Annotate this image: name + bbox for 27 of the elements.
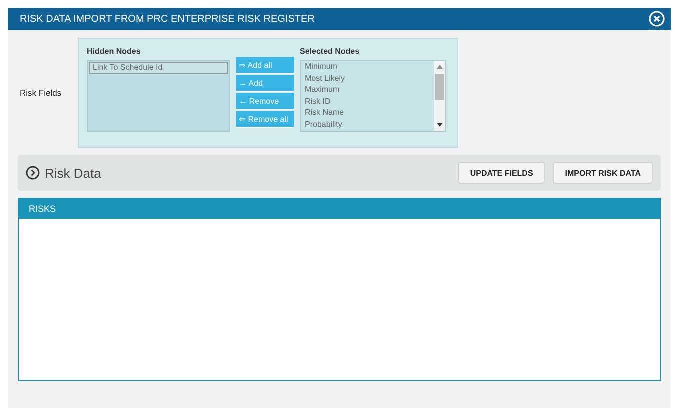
list-title: Selected Nodes — [300, 47, 361, 58]
list-item[interactable]: Most Likely — [301, 72, 434, 84]
action-button[interactable]: UPDATE FIELDS — [458, 162, 546, 184]
list-item[interactable]: Probability — [301, 118, 434, 130]
expand-icon[interactable] — [26, 166, 40, 180]
panel-title: RISKS — [29, 204, 56, 214]
list-title: Hidden Nodes — [87, 47, 142, 58]
close-icon[interactable] — [649, 11, 665, 27]
list-item[interactable]: Maximum — [301, 84, 434, 96]
window-title: RISK DATA IMPORT FROM PRC ENTERPRISE RISK REGISTER — [20, 14, 315, 24]
move-button[interactable]: ⇒ Add all — [236, 57, 294, 74]
action-button[interactable]: IMPORT RISK DATA — [553, 162, 653, 184]
scroll-down-icon[interactable] — [436, 123, 442, 127]
selected-nodes-list[interactable]: Minimum Most Likely Maximum Risk ID Risk Name Probability — [300, 60, 446, 132]
move-button[interactable]: ← Remove — [236, 93, 294, 110]
hidden-nodes-list[interactable]: Link To Schedule Id — [87, 60, 230, 132]
scrollbar[interactable] — [434, 61, 445, 131]
scrollbar-thumb[interactable] — [435, 74, 444, 100]
list-item[interactable]: Link To Schedule Id — [89, 62, 228, 74]
list-item[interactable]: Risk Name — [301, 107, 434, 118]
scroll-up-icon[interactable] — [436, 65, 442, 69]
move-button[interactable]: → Add — [236, 75, 294, 92]
list-item[interactable]: Minimum — [301, 61, 434, 72]
list-item[interactable]: Risk ID — [301, 96, 434, 107]
field-label: Risk Fields — [20, 88, 63, 98]
move-button[interactable]: ⇐ Remove all — [236, 111, 294, 128]
section-title: Risk Data — [45, 166, 102, 180]
